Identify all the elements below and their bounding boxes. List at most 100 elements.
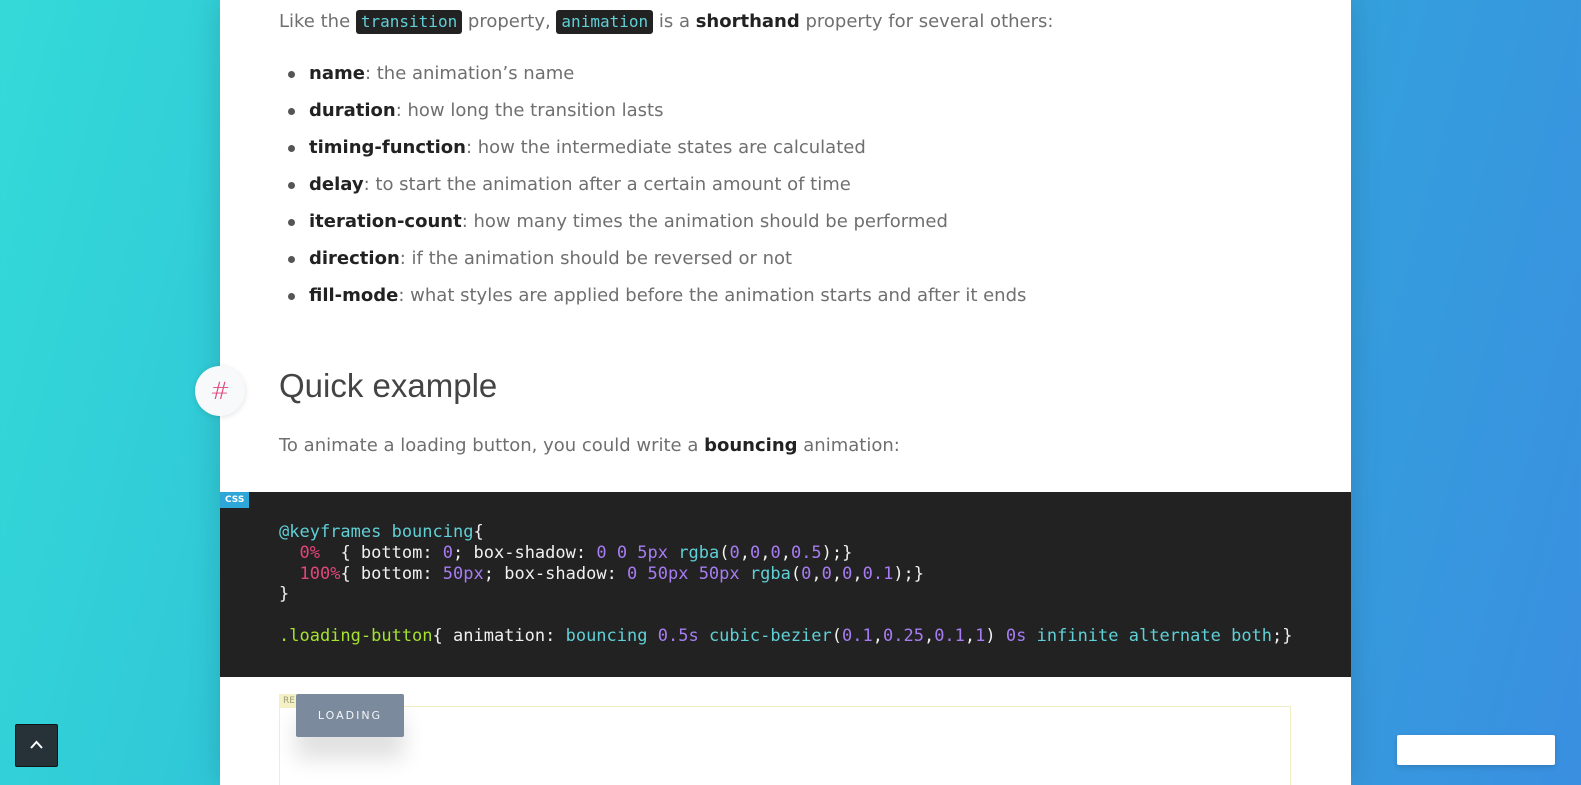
list-item: delay: to start the animation after a ce… [279,168,1026,205]
code-token: 1 [975,625,986,646]
lead-text: animation: [797,435,900,456]
code-token: , [872,625,883,646]
code-token: ;} [1272,625,1293,646]
property-name: delay [309,174,364,195]
css-code-block: CSS @keyframes bouncing{ 0% { bottom: 0;… [220,492,1351,677]
code-token: 0 [842,563,853,584]
code-token: , [760,542,771,563]
property-name: direction [309,248,400,269]
article-page: Like the transition property, animation … [195,0,1351,785]
code-token: rgba [749,563,791,584]
code-token: 0 [770,542,781,563]
property-desc: : how long the transition lasts [395,100,664,121]
code-token: 0 [729,542,740,563]
intro-text: property, [462,11,557,32]
property-name: timing-function [309,137,466,158]
code-token: .loading-button [279,625,433,646]
code-token: 0 [821,563,832,584]
code-token: 100% [299,563,341,584]
code-token: cubic-bezier [708,625,832,646]
corner-text-input[interactable] [1397,735,1555,765]
code-token: 0 [801,563,812,584]
property-desc: : to start the animation after a certain… [363,174,851,195]
list-item: name: the animation’s name [279,57,1026,94]
code-token: 0s [1005,625,1027,646]
code-token: ; box-shadow: [483,563,628,584]
code-token: bouncing [565,625,648,646]
section-anchor-link[interactable]: # [195,366,245,416]
code-token: , [739,542,750,563]
code-content: @keyframes bouncing{ 0% { bottom: 0; box… [279,522,1293,647]
property-desc: : what styles are applied before the ani… [398,285,1027,306]
intro-text: is a [653,11,696,32]
code-token: 0.25 [882,625,924,646]
inline-code-transition: transition [355,10,463,34]
code-token: 0 50px 50px [627,563,740,584]
code-token: 0% [299,542,320,563]
code-token: infinite alternate both [1036,625,1273,646]
code-token: ( [831,625,843,646]
code-token: 0.5 [790,542,822,563]
intro-text: property for several others: [799,11,1054,32]
code-token: { [473,522,484,542]
list-item: iteration-count: how many times the anim… [279,205,1026,242]
code-token: , [811,563,822,584]
property-desc: : if the animation should be reversed or… [399,248,793,269]
lead-text: To animate a loading button, you could w… [279,435,705,456]
code-token: 0 [749,542,761,563]
code-token: , [852,563,863,584]
code-token: 0.1 [842,625,873,646]
property-desc: : the animation’s name [364,63,575,84]
code-token: , [780,542,791,563]
loading-button[interactable]: LOADING [296,694,404,737]
code-token: 0.5s [657,625,699,646]
code-token: );} [821,542,853,563]
code-token: ( [719,542,730,563]
list-item: timing-function: how the intermediate st… [279,131,1026,168]
back-to-top-button[interactable] [15,724,58,767]
list-item: fill-mode: what styles are applied befor… [279,279,1026,316]
code-token: { animation: [432,625,566,646]
intro-paragraph: Like the transition property, animation … [279,8,1053,36]
section-heading: Quick example [279,367,498,404]
code-token: { bottom: [319,542,443,563]
code-language-tag: CSS [220,492,250,508]
code-token: , [964,625,976,646]
lead-bold-bouncing: bouncing [704,435,798,456]
chevron-up-icon [30,740,43,749]
code-token: 0.1 [934,625,965,646]
code-token: 0.1 [862,563,894,584]
code-token: ( [790,563,802,584]
code-token: 0 0 5px [596,542,668,563]
property-list: name: the animation’s name duration: how… [279,57,1026,316]
list-item: direction: if the animation should be re… [279,242,1026,279]
intro-text: Like the [279,11,356,32]
code-token: 0 [442,542,454,563]
property-name: duration [309,100,396,121]
code-token: { bottom: [340,563,443,584]
code-token: );} [893,563,925,584]
code-token: @keyframes bouncing [279,522,474,542]
section-lead-paragraph: To animate a loading button, you could w… [279,432,900,460]
property-desc: : how the intermediate states are calcul… [465,137,866,158]
inline-code-animation: animation [556,10,654,34]
result-preview-box [279,706,1291,785]
property-desc: : how many times the animation should be… [461,211,948,232]
property-name: fill-mode [309,285,399,306]
code-token: 50px [442,563,484,584]
list-item: duration: how long the transition lasts [279,94,1026,131]
code-token: } [279,584,290,605]
intro-bold-shorthand: shorthand [695,11,800,32]
property-name: name [309,63,365,84]
code-token: , [923,625,935,646]
code-token: rgba [678,542,720,563]
code-token: ; box-shadow: [453,542,597,563]
property-name: iteration-count [309,211,462,232]
code-token: , [831,563,843,584]
code-token: ) [985,625,1006,646]
